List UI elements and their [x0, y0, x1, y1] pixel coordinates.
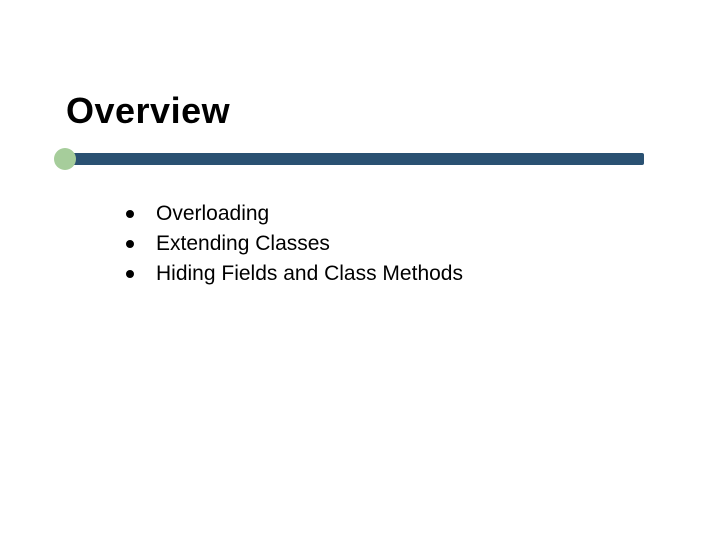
list-item: Overloading [126, 200, 646, 228]
title-rule [56, 150, 644, 168]
bullet-icon [126, 270, 134, 278]
title-rule-dot-icon [54, 148, 76, 170]
list-item: Hiding Fields and Class Methods [126, 260, 646, 288]
title-rule-bar [56, 153, 644, 165]
list-item-label: Extending Classes [156, 230, 330, 258]
list-item-label: Overloading [156, 200, 269, 228]
bullet-icon [126, 210, 134, 218]
slide-title: Overview [66, 90, 230, 132]
bullet-icon [126, 240, 134, 248]
list-item-label: Hiding Fields and Class Methods [156, 260, 463, 288]
slide-body: Overloading Extending Classes Hiding Fie… [126, 200, 646, 290]
slide: Overview Overloading Extending Classes H… [0, 0, 720, 540]
list-item: Extending Classes [126, 230, 646, 258]
